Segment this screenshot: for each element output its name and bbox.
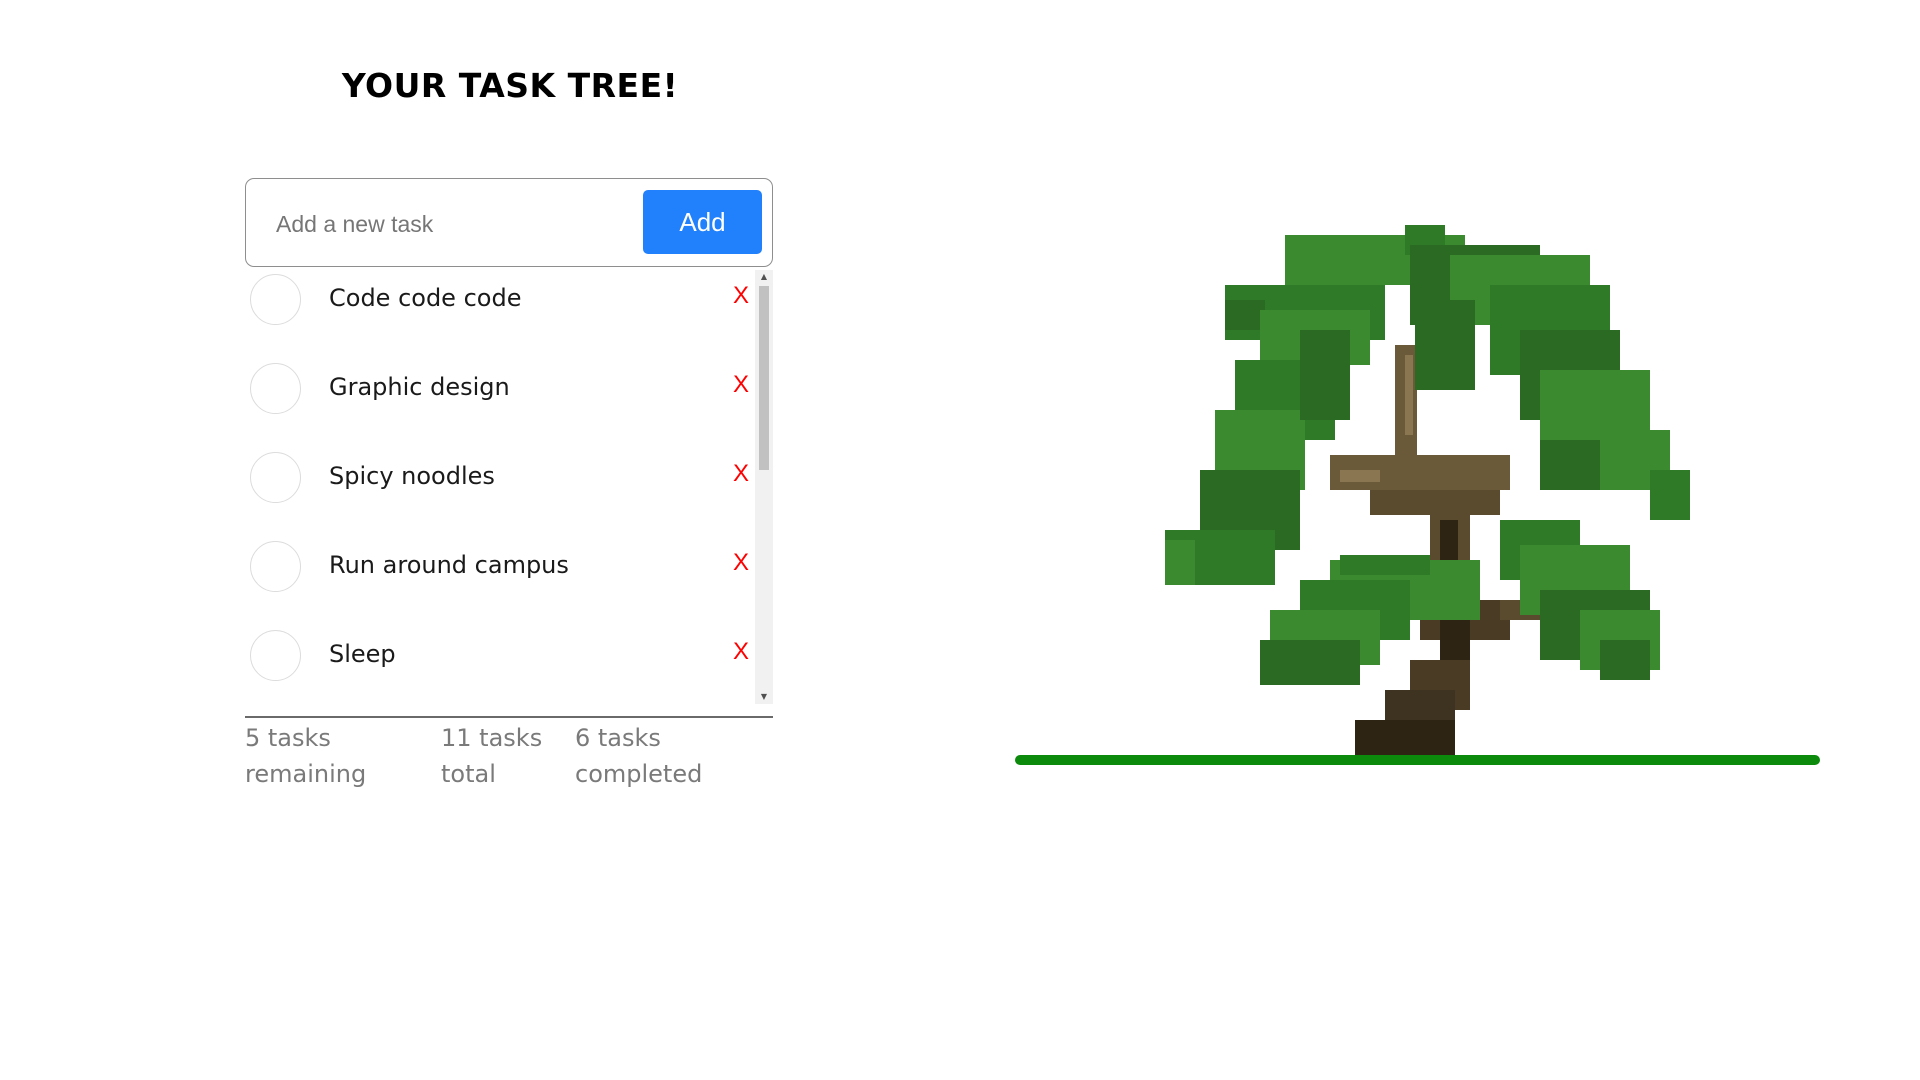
scroll-thumb[interactable] [759,286,769,470]
task-item: Graphic design X [245,359,755,419]
new-task-form: Add [245,178,773,267]
task-tree-app: YOUR TASK TREE! Add Code code code X Gra… [0,0,1920,1080]
delete-task-button[interactable]: X [733,460,749,488]
scroll-down-arrow-icon[interactable]: ▼ [755,690,773,704]
task-item: Sleep X [245,626,755,686]
delete-task-button[interactable]: X [733,282,749,310]
pixel-tree-illustration [1165,225,1690,755]
delete-task-button[interactable]: X [733,371,749,399]
task-list-scrollbar[interactable]: ▲ ▼ [755,270,773,704]
task-label: Graphic design [329,373,510,401]
task-item: Run around campus X [245,537,755,597]
task-item: Code code code X [245,270,755,330]
delete-task-button[interactable]: X [733,549,749,577]
tasks-total-stat: 11 tasks total [441,724,543,788]
task-item: Spicy noodles X [245,448,755,508]
page-title: YOUR TASK TREE! [341,66,679,105]
task-label: Sleep [329,640,396,668]
task-label: Run around campus [329,551,569,579]
task-checkbox[interactable] [250,541,301,592]
tasks-completed-stat: 6 tasks completed [575,724,703,788]
task-checkbox[interactable] [250,274,301,325]
task-label: Spicy noodles [329,462,495,490]
scroll-up-arrow-icon[interactable]: ▲ [755,270,773,284]
ground-line [1015,755,1820,765]
tasks-remaining-stat: 5 tasks remaining [245,724,367,788]
add-task-button[interactable]: Add [643,190,762,254]
stats-divider [245,716,773,718]
task-checkbox[interactable] [250,630,301,681]
task-label: Code code code [329,284,522,312]
new-task-input[interactable] [274,201,618,247]
task-checkbox[interactable] [250,363,301,414]
task-list[interactable]: Code code code X Graphic design X Spicy … [245,270,773,704]
delete-task-button[interactable]: X [733,638,749,666]
task-checkbox[interactable] [250,452,301,503]
